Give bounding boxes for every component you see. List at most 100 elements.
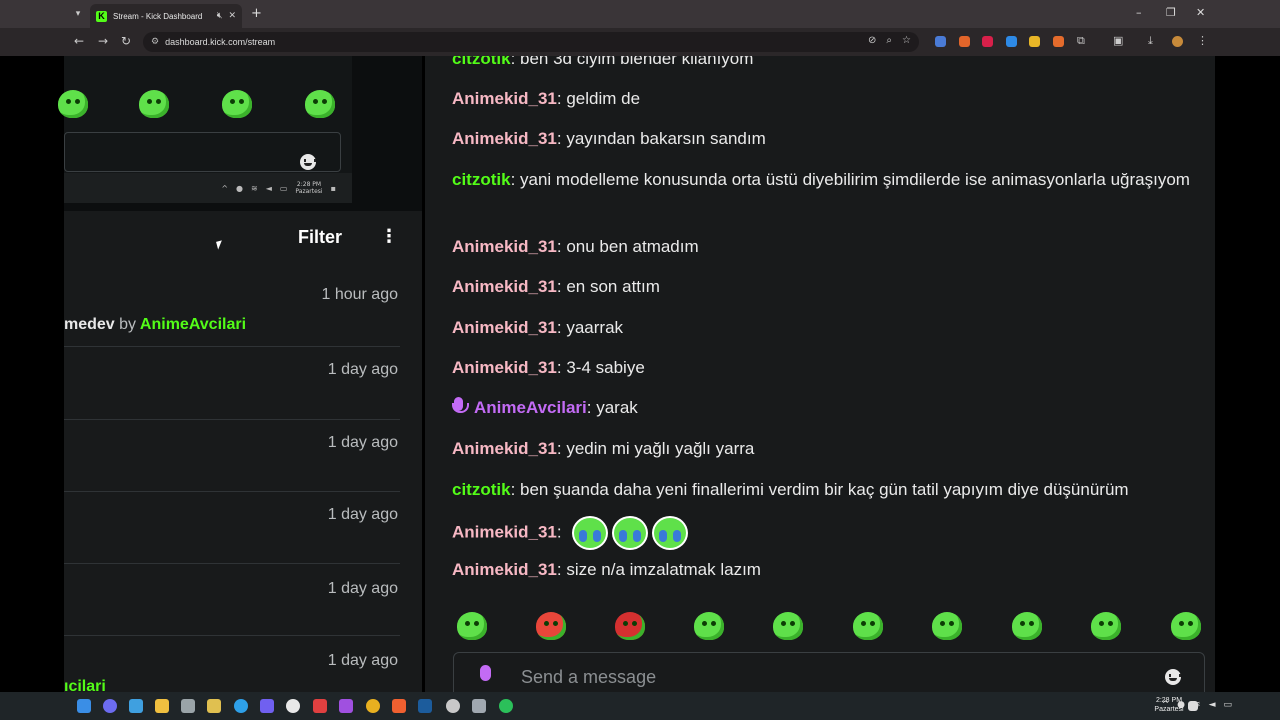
chat-message: Animekid_31: yedin mi yağlı yağlı yarra	[452, 439, 755, 458]
tab-muted-icon[interactable]: 🔇︎	[217, 11, 223, 21]
chat-message: Animekid_31: yaarrak	[452, 318, 624, 337]
extension-icon[interactable]	[1029, 36, 1040, 47]
emote-icon[interactable]	[773, 612, 803, 640]
chat-username[interactable]: citzotik	[452, 170, 511, 189]
chat-username[interactable]: Animekid_31	[452, 439, 557, 458]
extension-icon[interactable]	[935, 36, 946, 47]
url-text: dashboard.kick.com/stream	[165, 37, 276, 47]
emoji-picker-icon[interactable]	[1165, 669, 1181, 685]
wifi-icon: ≋	[251, 183, 258, 193]
reload-icon[interactable]: ↻	[121, 34, 131, 48]
browser-tab[interactable]: K Stream - Kick Dashboard 🔇︎ ✕	[90, 4, 242, 28]
taskbar-app-icon[interactable]	[129, 699, 143, 713]
tab-close-icon[interactable]: ✕	[228, 11, 236, 21]
emote-icon[interactable]	[1171, 612, 1201, 640]
close-window-icon[interactable]: ✕	[1196, 6, 1205, 19]
tracking-off-icon[interactable]: ⊘	[868, 35, 876, 46]
battery-icon[interactable]: ▭	[1223, 700, 1232, 710]
emote-icon[interactable]	[932, 612, 962, 640]
address-bar[interactable]: ⚙ dashboard.kick.com/stream ⊘ ⌕ ☆	[143, 32, 919, 52]
notification-icon[interactable]	[1188, 701, 1198, 711]
chat-username[interactable]: Animekid_31	[452, 277, 557, 296]
extension-icon[interactable]	[1006, 36, 1017, 47]
emote-icon	[222, 90, 252, 118]
activity-row: 1 day ago ıcilari	[64, 636, 400, 692]
emote-icon[interactable]	[615, 612, 645, 640]
taskbar-app-icon[interactable]	[103, 699, 117, 713]
volume-icon[interactable]: ◄	[1209, 700, 1216, 710]
preview-taskbar: ^ ● ≋ ◄ ▭ 2:28 PM Pazartesi ▪	[64, 173, 352, 203]
tab-search-icon[interactable]: ▾	[70, 6, 86, 22]
activity-time: 1 day ago	[327, 580, 398, 597]
more-options-icon[interactable]: ⋮	[380, 226, 398, 247]
emote-icon[interactable]	[536, 612, 566, 640]
restore-icon[interactable]: ❐	[1166, 6, 1176, 19]
taskbar-app-icon[interactable]	[446, 699, 460, 713]
chat-message: citzotik: ben şuanda daha yeni finalleri…	[452, 480, 1129, 499]
taskbar-app-icon[interactable]	[286, 699, 300, 713]
extensions-puzzle-icon[interactable]: ⧉	[1077, 34, 1085, 48]
emote-icon	[58, 90, 88, 118]
activity-row: 1 day ago	[64, 564, 400, 636]
taskbar-app-icon[interactable]	[234, 699, 248, 713]
extension-icon[interactable]	[959, 36, 970, 47]
filter-button[interactable]: Filter	[298, 227, 342, 248]
activity-user-link[interactable]: ıcilari	[64, 678, 106, 692]
zoom-icon[interactable]: ⌕	[886, 35, 892, 46]
taskbar-clock[interactable]: 2:28 PM Pazartesi	[1152, 696, 1186, 714]
taskbar-app-icon[interactable]	[260, 699, 274, 713]
notification-icon: ▪	[330, 183, 336, 193]
chat-username[interactable]: Animekid_31	[452, 560, 557, 579]
taskbar-app-icon[interactable]	[207, 699, 221, 713]
browser-menu-icon[interactable]: ⋮	[1197, 34, 1208, 47]
activity-row: 1 day ago	[64, 420, 400, 492]
download-icon[interactable]: ⤓	[1148, 34, 1153, 48]
back-icon[interactable]: ←	[74, 34, 84, 48]
taskbar-app-icon[interactable]	[472, 699, 486, 713]
chat-username[interactable]: Animekid_31	[452, 318, 557, 337]
file-explorer-icon[interactable]	[155, 699, 169, 713]
chat-username[interactable]: Animekid_31	[452, 522, 557, 541]
emote-icon[interactable]	[1012, 612, 1042, 640]
volume-icon: ◄	[265, 183, 272, 193]
activity-user-link[interactable]: AnimeAvcilari	[140, 316, 246, 333]
minimize-icon[interactable]: –	[1136, 6, 1142, 19]
forward-icon[interactable]: →	[98, 34, 108, 48]
chat-username[interactable]: Animekid_31	[452, 89, 557, 108]
activity-time: 1 day ago	[327, 506, 398, 523]
site-info-icon[interactable]: ⚙	[151, 37, 159, 47]
activity-time: 1 day ago	[327, 652, 398, 669]
activity-time: 1 day ago	[327, 434, 398, 451]
emote-icon[interactable]	[853, 612, 883, 640]
tab-capture-icon[interactable]: ▣	[1113, 34, 1123, 47]
chat-username[interactable]: Animekid_31	[452, 237, 557, 256]
whatsapp-icon[interactable]	[499, 699, 513, 713]
bookmark-star-icon[interactable]: ☆	[902, 35, 911, 46]
steam-icon[interactable]	[418, 699, 432, 713]
chat-username[interactable]: citzotik	[452, 56, 511, 68]
emote-icon[interactable]	[457, 612, 487, 640]
start-menu-icon[interactable]	[77, 699, 91, 713]
mic-icon: ●	[236, 183, 243, 193]
chat-username[interactable]: AnimeAvcilari	[474, 398, 587, 417]
chat-message-input[interactable]: Send a message	[453, 652, 1205, 692]
emote-icon[interactable]	[694, 612, 724, 640]
new-tab-icon[interactable]: +	[251, 6, 262, 21]
chat-username[interactable]: Animekid_31	[452, 358, 557, 377]
mic-icon	[478, 665, 492, 687]
activity-text: medev by AnimeAvcilari	[64, 316, 247, 333]
profile-avatar[interactable]	[1172, 36, 1183, 47]
chrome-icon[interactable]	[366, 699, 380, 713]
preview-chat-input	[64, 132, 341, 172]
taskbar-app-icon[interactable]	[181, 699, 195, 713]
chat-username[interactable]: citzotik	[452, 480, 511, 499]
emote-icon[interactable]	[1091, 612, 1121, 640]
taskbar-app-icon[interactable]	[313, 699, 327, 713]
emote-icon	[305, 90, 335, 118]
taskbar-app-icon[interactable]	[339, 699, 353, 713]
taskbar-app-icon[interactable]	[392, 699, 406, 713]
extension-icon[interactable]	[1053, 36, 1064, 47]
recent-activity-panel: Filter ⋮ 1 hour ago medev by AnimeAvcila…	[64, 211, 422, 692]
extension-icon[interactable]	[982, 36, 993, 47]
chat-username[interactable]: Animekid_31	[452, 129, 557, 148]
